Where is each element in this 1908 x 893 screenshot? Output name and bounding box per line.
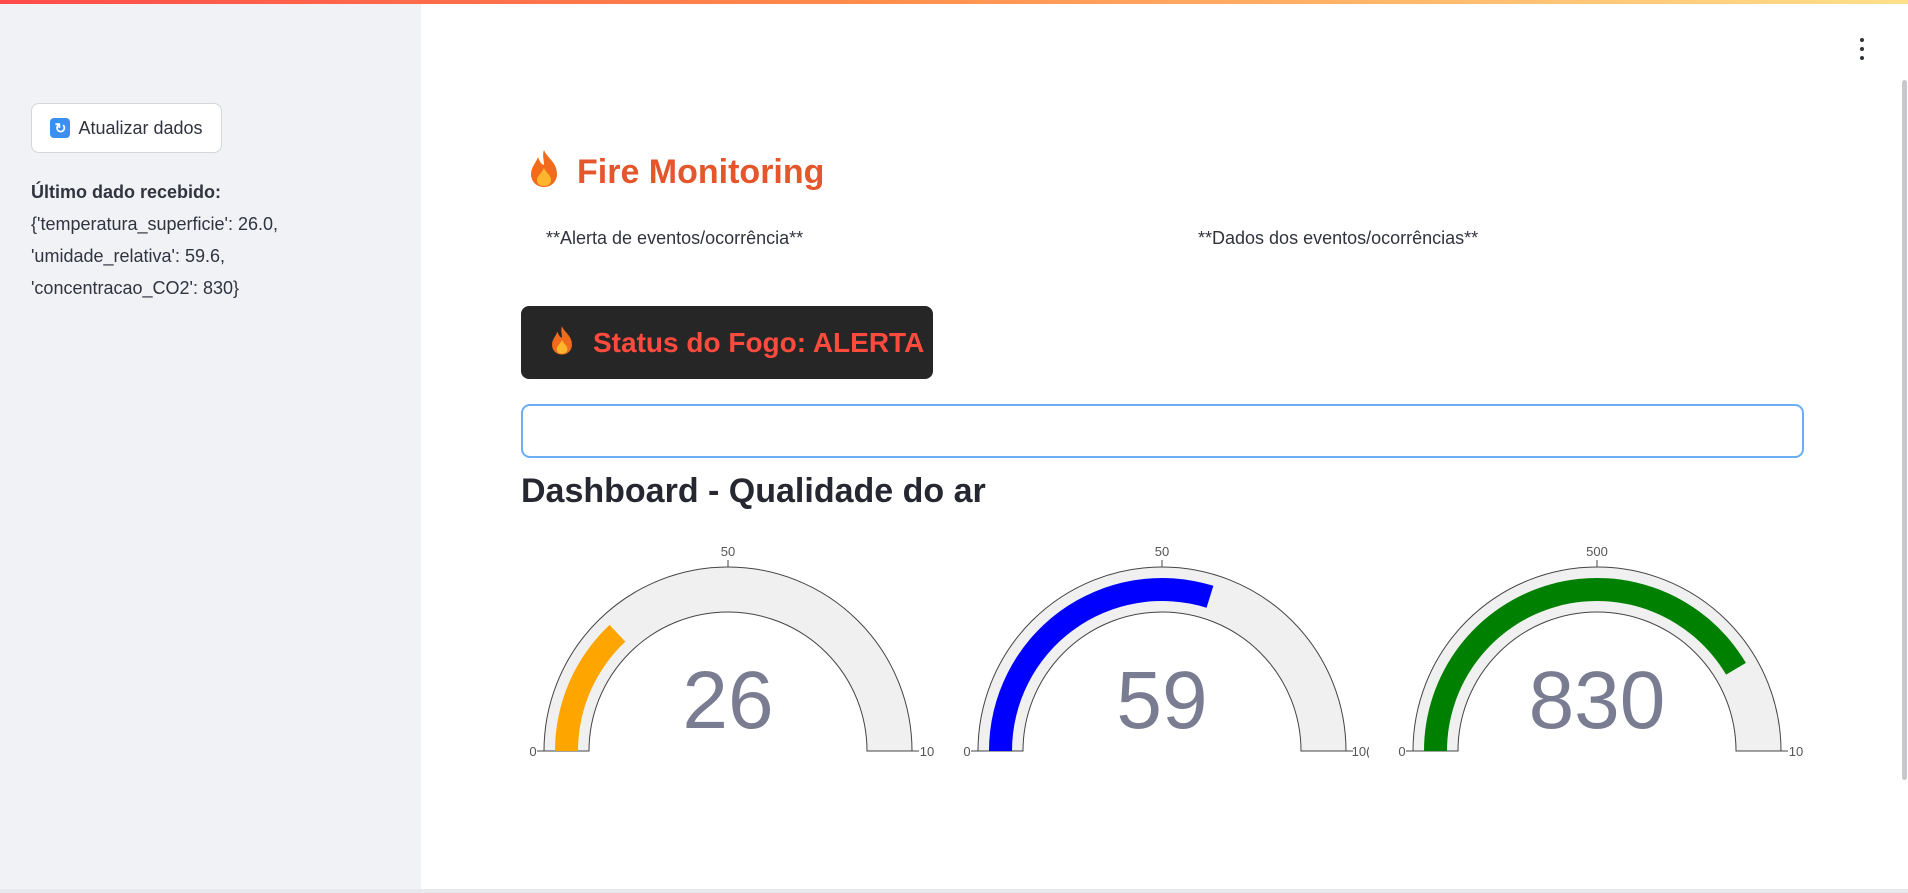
gauge-min-tick-label: 0 <box>963 744 970 759</box>
co2-gauge: 500 0 10 830 <box>1398 544 1803 759</box>
gauge-max-tick-label: 10( <box>1352 744 1369 759</box>
fire-icon <box>549 324 575 361</box>
last-data-block: Último dado recebido: {'temperatura_supe… <box>31 176 401 304</box>
gauge-mid-tick-label: 50 <box>1155 544 1169 559</box>
arrows-refresh-icon: ↻ <box>50 118 71 138</box>
fire-status-box: Status do Fogo: ALERTA <box>521 306 933 379</box>
gauge-max-tick-label: 10 <box>1789 744 1803 759</box>
humidity-gauge: 50 0 10( 59 <box>963 544 1369 759</box>
page-title: Fire Monitoring <box>527 147 824 197</box>
alert-column-label: **Alerta de eventos/ocorrência** <box>546 228 804 248</box>
page-title-text: Fire Monitoring <box>577 152 825 191</box>
kebab-menu-icon[interactable] <box>1856 38 1868 60</box>
page-scrollbar[interactable] <box>1902 80 1907 780</box>
gauge-min-tick-label: 0 <box>1398 744 1405 759</box>
temperature-gauge: 50 0 10 26 <box>529 544 934 759</box>
sidebar: ↻ Atualizar dados Último dado recebido: … <box>0 0 421 889</box>
last-data-line: {'temperatura_superficie': 26.0, <box>31 214 279 234</box>
bottom-border <box>0 889 1908 893</box>
gauge-min-tick-label: 0 <box>529 744 536 759</box>
refresh-data-button[interactable]: ↻ Atualizar dados <box>31 103 222 153</box>
gauge-value-number: 59 <box>1116 655 1207 746</box>
gauge-value-number: 26 <box>682 655 773 746</box>
gauge-value-number: 830 <box>1529 655 1666 746</box>
gauge-mid-tick-label: 500 <box>1586 544 1608 559</box>
dashboard-title: Dashboard - Qualidade do ar <box>521 472 986 510</box>
last-data-line: 'umidade_relativa': 59.6, <box>31 246 225 266</box>
gauge-mid-tick-label: 50 <box>721 544 735 559</box>
top-decoration-bar <box>0 0 1908 4</box>
events-column-label: **Dados dos eventos/ocorrências** <box>1198 228 1479 248</box>
gauge-max-tick-label: 10 <box>920 744 934 759</box>
fire-icon <box>527 148 561 197</box>
refresh-button-label: Atualizar dados <box>78 117 203 138</box>
last-data-title: Último dado recebido: <box>31 182 222 202</box>
last-data-line: 'concentracao_CO2': 830} <box>31 278 240 298</box>
fire-status-text: Status do Fogo: ALERTA <box>593 326 925 358</box>
event-data-input[interactable] <box>521 404 1804 458</box>
